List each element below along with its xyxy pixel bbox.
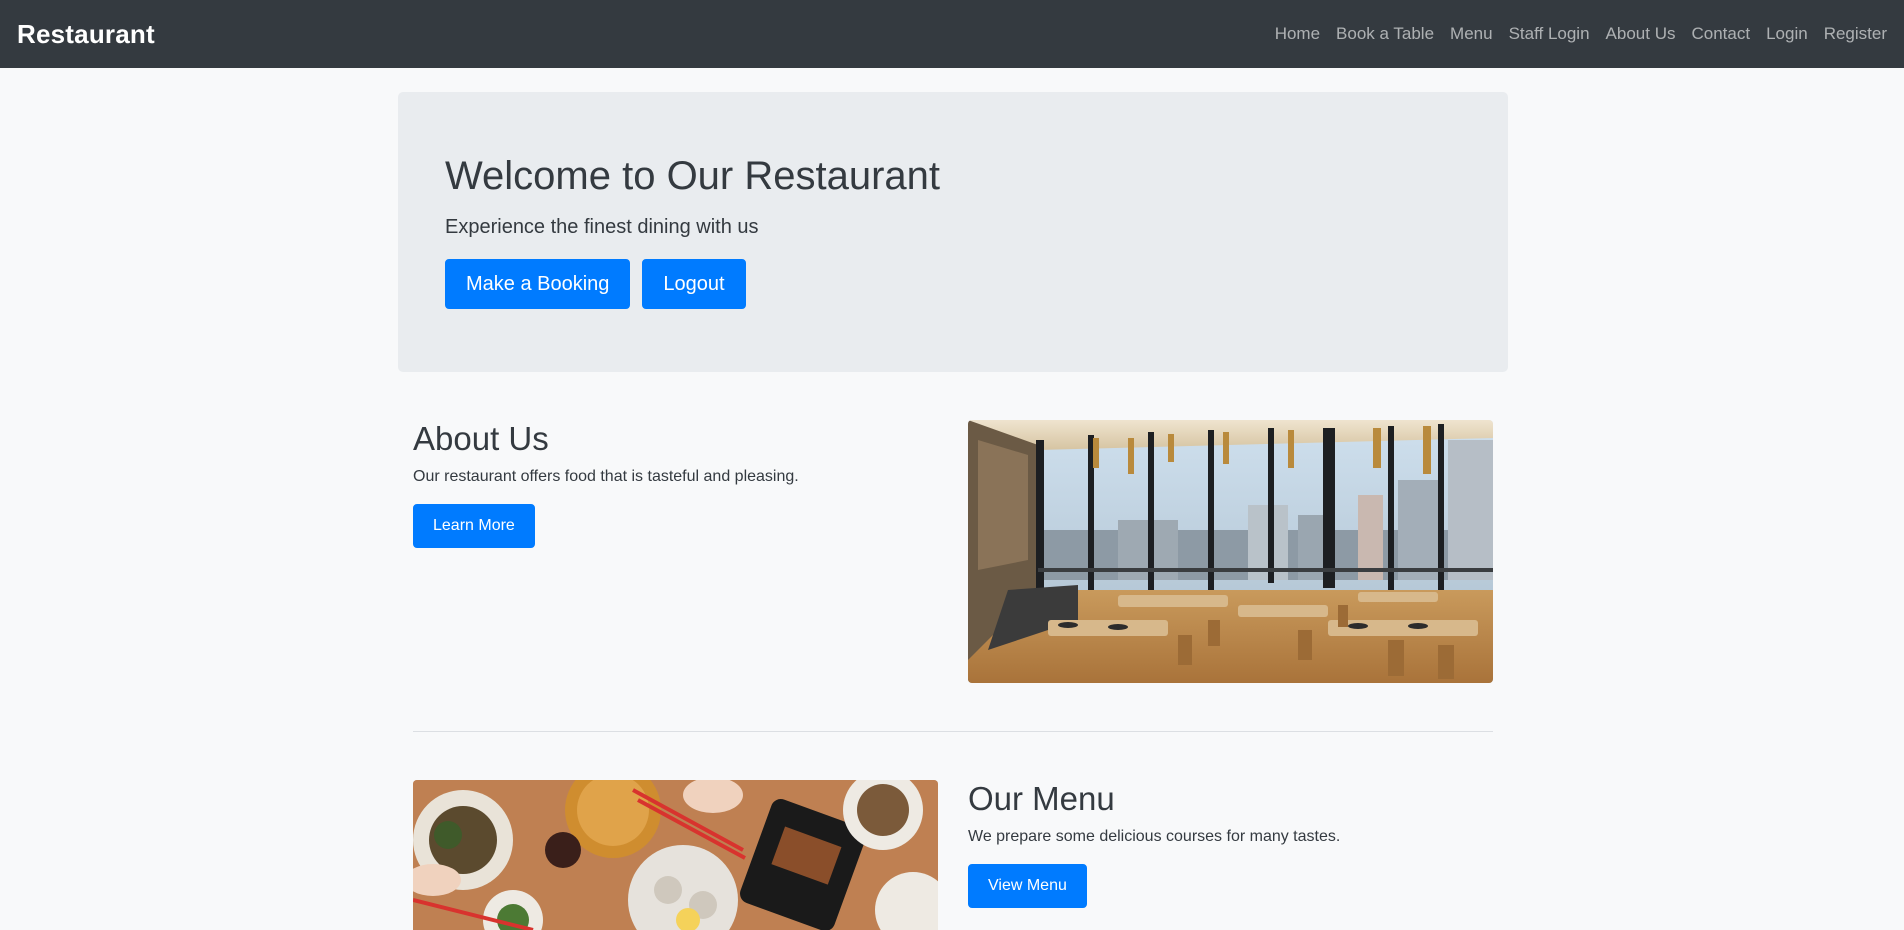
- nav-link-about-us[interactable]: About Us: [1606, 24, 1676, 44]
- about-title: About Us: [413, 420, 549, 457]
- hero-lead: Experience the finest dining with us: [445, 216, 759, 238]
- hero-title: Welcome to Our Restaurant: [445, 154, 941, 198]
- make-booking-button[interactable]: Make a Booking: [445, 259, 631, 309]
- section-divider: [413, 731, 1493, 732]
- nav-link-home[interactable]: Home: [1275, 24, 1320, 44]
- menu-title: Our Menu: [968, 780, 1115, 817]
- nav-link-login[interactable]: Login: [1766, 24, 1808, 44]
- dishes-on-table-photo-icon: [413, 780, 938, 930]
- nav-link-register[interactable]: Register: [1824, 24, 1887, 44]
- logout-button[interactable]: Logout: [642, 259, 746, 309]
- hero-buttons: Make a Booking Logout: [445, 259, 1461, 309]
- hero-jumbotron: Welcome to Our Restaurant Experience the…: [398, 92, 1508, 372]
- about-section: About Us Our restaurant offers food that…: [413, 420, 933, 548]
- nav-link-menu[interactable]: Menu: [1450, 24, 1493, 44]
- brand-logo[interactable]: Restaurant: [17, 19, 155, 50]
- nav-link-contact[interactable]: Contact: [1691, 24, 1750, 44]
- nav-links: Home Book a Table Menu Staff Login About…: [1275, 24, 1887, 44]
- dishes-image: [413, 780, 938, 930]
- learn-more-button[interactable]: Learn More: [413, 504, 535, 548]
- restaurant-interior-photo-icon: [968, 420, 1493, 683]
- nav-link-book-a-table[interactable]: Book a Table: [1336, 24, 1434, 44]
- menu-section: Our Menu We prepare some delicious cours…: [968, 780, 1488, 908]
- view-menu-button[interactable]: View Menu: [968, 864, 1087, 908]
- nav-link-staff-login[interactable]: Staff Login: [1509, 24, 1590, 44]
- menu-text: We prepare some delicious courses for ma…: [968, 828, 1341, 845]
- about-text: Our restaurant offers food that is taste…: [413, 468, 799, 485]
- restaurant-interior-image: [968, 420, 1493, 683]
- top-navbar: Restaurant Home Book a Table Menu Staff …: [0, 0, 1904, 68]
